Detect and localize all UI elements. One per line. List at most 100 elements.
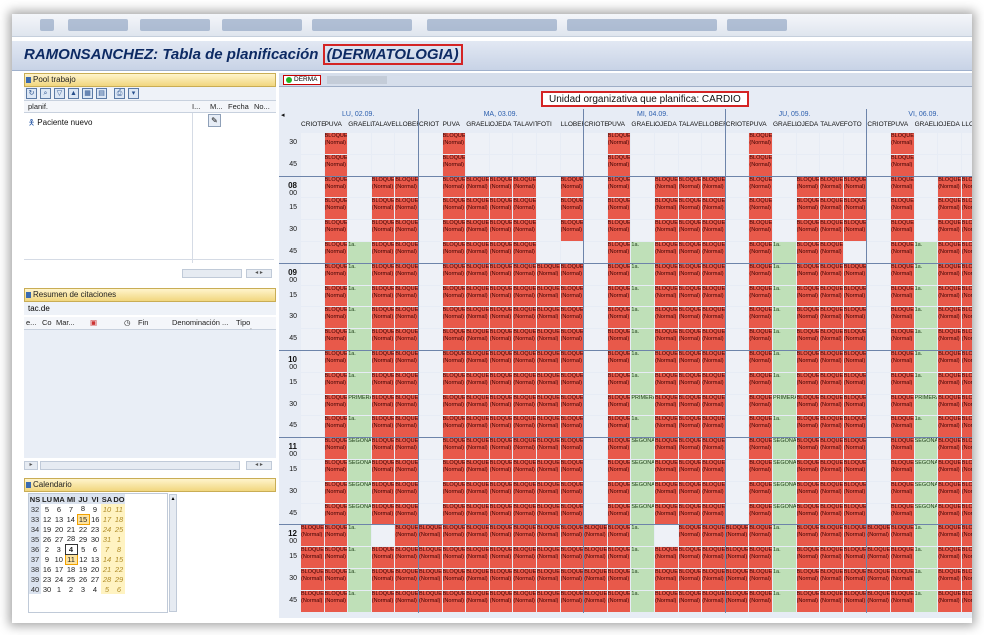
free-slot[interactable] — [301, 242, 324, 263]
blocked-slot[interactable]: BLOQUE(Normal) — [371, 242, 395, 263]
appointment-slot[interactable]: 1a. — [631, 242, 654, 263]
free-slot[interactable] — [773, 133, 796, 154]
blocked-slot[interactable]: BLOQUE(Normal) — [513, 460, 536, 481]
blocked-slot[interactable]: BLOQUE(Normal) — [725, 547, 749, 568]
calendar-day[interactable]: 11 — [64, 553, 78, 565]
appointment-slot[interactable]: 1a. — [348, 569, 371, 590]
blocked-slot[interactable]: BLOQUE(Normal) — [702, 503, 725, 525]
calendar-day[interactable]: 20 — [89, 564, 101, 574]
appointment-slot[interactable]: 1a. — [631, 351, 654, 372]
free-slot[interactable] — [584, 416, 607, 438]
free-slot[interactable] — [867, 133, 890, 154]
blocked-slot[interactable]: BLOQUE(Normal) — [395, 481, 418, 503]
blocked-slot[interactable]: BLOQUE(Normal) — [607, 133, 631, 154]
free-slot[interactable] — [655, 154, 678, 176]
blocked-slot[interactable]: BLOQUE(Normal) — [961, 329, 972, 350]
blocked-slot[interactable]: BLOQUE(Normal) — [395, 372, 418, 394]
calendar-scrollbar[interactable]: ▴ — [169, 494, 177, 612]
free-slot[interactable] — [584, 460, 607, 481]
blocked-slot[interactable]: BLOQUE(Normal) — [466, 198, 489, 220]
blocked-slot[interactable]: BLOQUE(Normal) — [607, 481, 631, 503]
blocked-slot[interactable]: BLOQUE(Normal) — [938, 220, 961, 241]
blocked-slot[interactable]: BLOQUE(Normal) — [395, 242, 418, 263]
free-slot[interactable] — [867, 242, 890, 263]
blocked-slot[interactable]: BLOQUE(Normal) — [702, 438, 725, 459]
free-slot[interactable] — [584, 503, 607, 525]
resource-column[interactable]: GRAELL — [773, 121, 797, 128]
blocked-slot[interactable]: BLOQUE(Normal) — [560, 176, 584, 198]
blocked-slot[interactable]: BLOQUE(Normal) — [749, 569, 772, 590]
free-slot[interactable] — [914, 176, 938, 198]
free-slot[interactable] — [301, 307, 324, 329]
appointment-slot[interactable]: SEGONA — [773, 438, 796, 459]
blocked-slot[interactable]: BLOQUE(Normal) — [513, 503, 536, 525]
free-slot[interactable] — [419, 438, 442, 459]
appointment-slot[interactable]: 1a. — [348, 547, 371, 568]
free-slot[interactable] — [725, 176, 749, 198]
blocked-slot[interactable]: BLOQUE(Normal) — [961, 351, 972, 372]
blocked-slot[interactable]: BLOQUE(Normal) — [560, 481, 584, 503]
blocked-slot[interactable]: BLOQUE(Normal) — [584, 590, 607, 612]
resource-column[interactable]: GRAELL — [466, 121, 490, 128]
blocked-slot[interactable]: BLOQUE(Normal) — [371, 263, 395, 285]
blocked-slot[interactable]: BLOQUE(Normal) — [442, 133, 466, 154]
blocked-slot[interactable]: BLOQUE(Normal) — [324, 372, 348, 394]
free-slot[interactable] — [867, 394, 890, 416]
blocked-slot[interactable]: BLOQUE(Normal) — [891, 438, 914, 459]
appointment-slot[interactable]: 1a. — [773, 351, 796, 372]
free-slot[interactable] — [301, 481, 324, 503]
blocked-slot[interactable]: BLOQUE(Normal) — [537, 307, 560, 329]
resource-column[interactable]: OJEDA — [938, 121, 962, 128]
calendar-day[interactable]: 30 — [89, 534, 101, 544]
list-item[interactable]: 🯅 Paciente nuevo — [28, 117, 92, 131]
blocked-slot[interactable]: BLOQUE(Normal) — [324, 329, 348, 350]
col-no[interactable]: No... — [254, 102, 270, 111]
blocked-slot[interactable]: BLOQUE(Normal) — [489, 460, 513, 481]
appointment-slot[interactable]: 1a. — [348, 372, 371, 394]
sort-icon[interactable]: ▲ — [68, 88, 79, 99]
blocked-slot[interactable]: BLOQUE(Normal) — [820, 460, 843, 481]
blocked-slot[interactable]: BLOQUE(Normal) — [395, 460, 418, 481]
blocked-slot[interactable]: BLOQUE(Normal) — [820, 569, 843, 590]
free-slot[interactable] — [725, 220, 749, 241]
calendar-day[interactable]: 18 — [113, 514, 125, 524]
blocked-slot[interactable]: BLOQUE(Normal) — [537, 569, 560, 590]
calendar-day[interactable]: 22 — [113, 564, 125, 574]
calendar-day[interactable]: 8 — [77, 504, 89, 514]
appointment-slot[interactable]: 1a. — [348, 242, 371, 263]
blocked-slot[interactable]: BLOQUE(Normal) — [371, 460, 395, 481]
blocked-slot[interactable]: BLOQUE(Normal) — [843, 590, 867, 612]
blocked-slot[interactable]: BLOQUE(Normal) — [371, 569, 395, 590]
blocked-slot[interactable]: BLOQUE(Normal) — [301, 590, 324, 612]
free-slot[interactable] — [301, 438, 324, 459]
appointment-slot[interactable]: 1a. — [914, 416, 938, 438]
free-slot[interactable] — [489, 154, 513, 176]
blocked-slot[interactable]: BLOQUE(Normal) — [702, 569, 725, 590]
blocked-slot[interactable]: BLOQUE(Normal) — [891, 547, 914, 568]
blocked-slot[interactable]: BLOQUE(Normal) — [324, 503, 348, 525]
free-slot[interactable] — [773, 220, 796, 241]
blocked-slot[interactable]: BLOQUE(Normal) — [655, 438, 678, 459]
blocked-slot[interactable]: BLOQUE(Normal) — [843, 176, 867, 198]
blocked-slot[interactable]: BLOQUE(Normal) — [489, 569, 513, 590]
blocked-slot[interactable]: BLOQUE(Normal) — [820, 394, 843, 416]
blocked-slot[interactable]: BLOQUE(Normal) — [371, 416, 395, 438]
free-slot[interactable] — [820, 133, 843, 154]
blocked-slot[interactable]: BLOQUE(Normal) — [891, 525, 914, 547]
calendar-day[interactable]: 25 — [65, 574, 77, 584]
blocked-slot[interactable]: BLOQUE(Normal) — [655, 481, 678, 503]
calendar-day[interactable]: 12 — [41, 514, 53, 524]
blocked-slot[interactable]: BLOQUE(Normal) — [537, 351, 560, 372]
calendar-day[interactable]: 22 — [77, 524, 89, 534]
blocked-slot[interactable]: BLOQUE(Normal) — [442, 416, 466, 438]
free-slot[interactable] — [914, 154, 938, 176]
blocked-slot[interactable]: BLOQUE(Normal) — [678, 503, 702, 525]
blocked-slot[interactable]: BLOQUE(Normal) — [607, 460, 631, 481]
blocked-slot[interactable]: BLOQUE(Normal) — [655, 220, 678, 241]
blocked-slot[interactable]: BLOQUE(Normal) — [820, 590, 843, 612]
blocked-slot[interactable]: BLOQUE(Normal) — [891, 394, 914, 416]
calendar-day[interactable]: 16 — [41, 564, 53, 574]
free-slot[interactable] — [301, 351, 324, 372]
free-slot[interactable] — [537, 176, 560, 198]
blocked-slot[interactable]: BLOQUE(Normal) — [395, 285, 418, 307]
